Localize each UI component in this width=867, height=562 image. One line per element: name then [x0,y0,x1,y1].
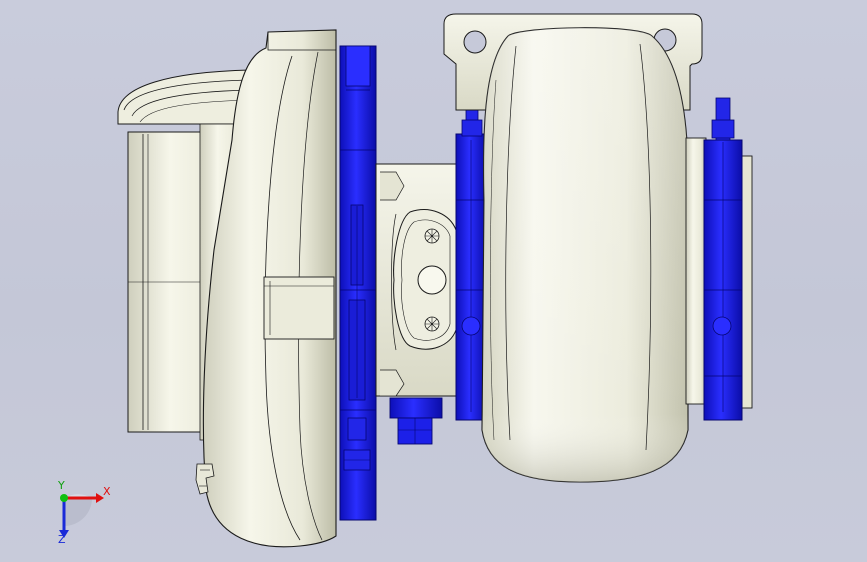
cad-graphics-viewport[interactable]: X Y Z [0,0,867,562]
screw-head-lower [424,316,440,332]
center-bearing-housing[interactable] [375,163,457,397]
screw-head-upper [424,228,440,244]
coordinate-triad[interactable]: X Y Z [44,478,114,548]
turbine-inlet-clamp[interactable] [455,99,487,421]
oil-drain-fitting[interactable] [389,397,443,445]
y-axis-dot [60,494,68,502]
y-axis-label: Y [58,479,65,492]
z-axis-label: Z [58,533,66,546]
turbocharger-model[interactable] [0,0,867,562]
x-axis-label: X [103,485,111,498]
compressor-vband-clamp[interactable] [339,45,377,521]
turbine-outlet-clamp[interactable] [703,97,743,421]
